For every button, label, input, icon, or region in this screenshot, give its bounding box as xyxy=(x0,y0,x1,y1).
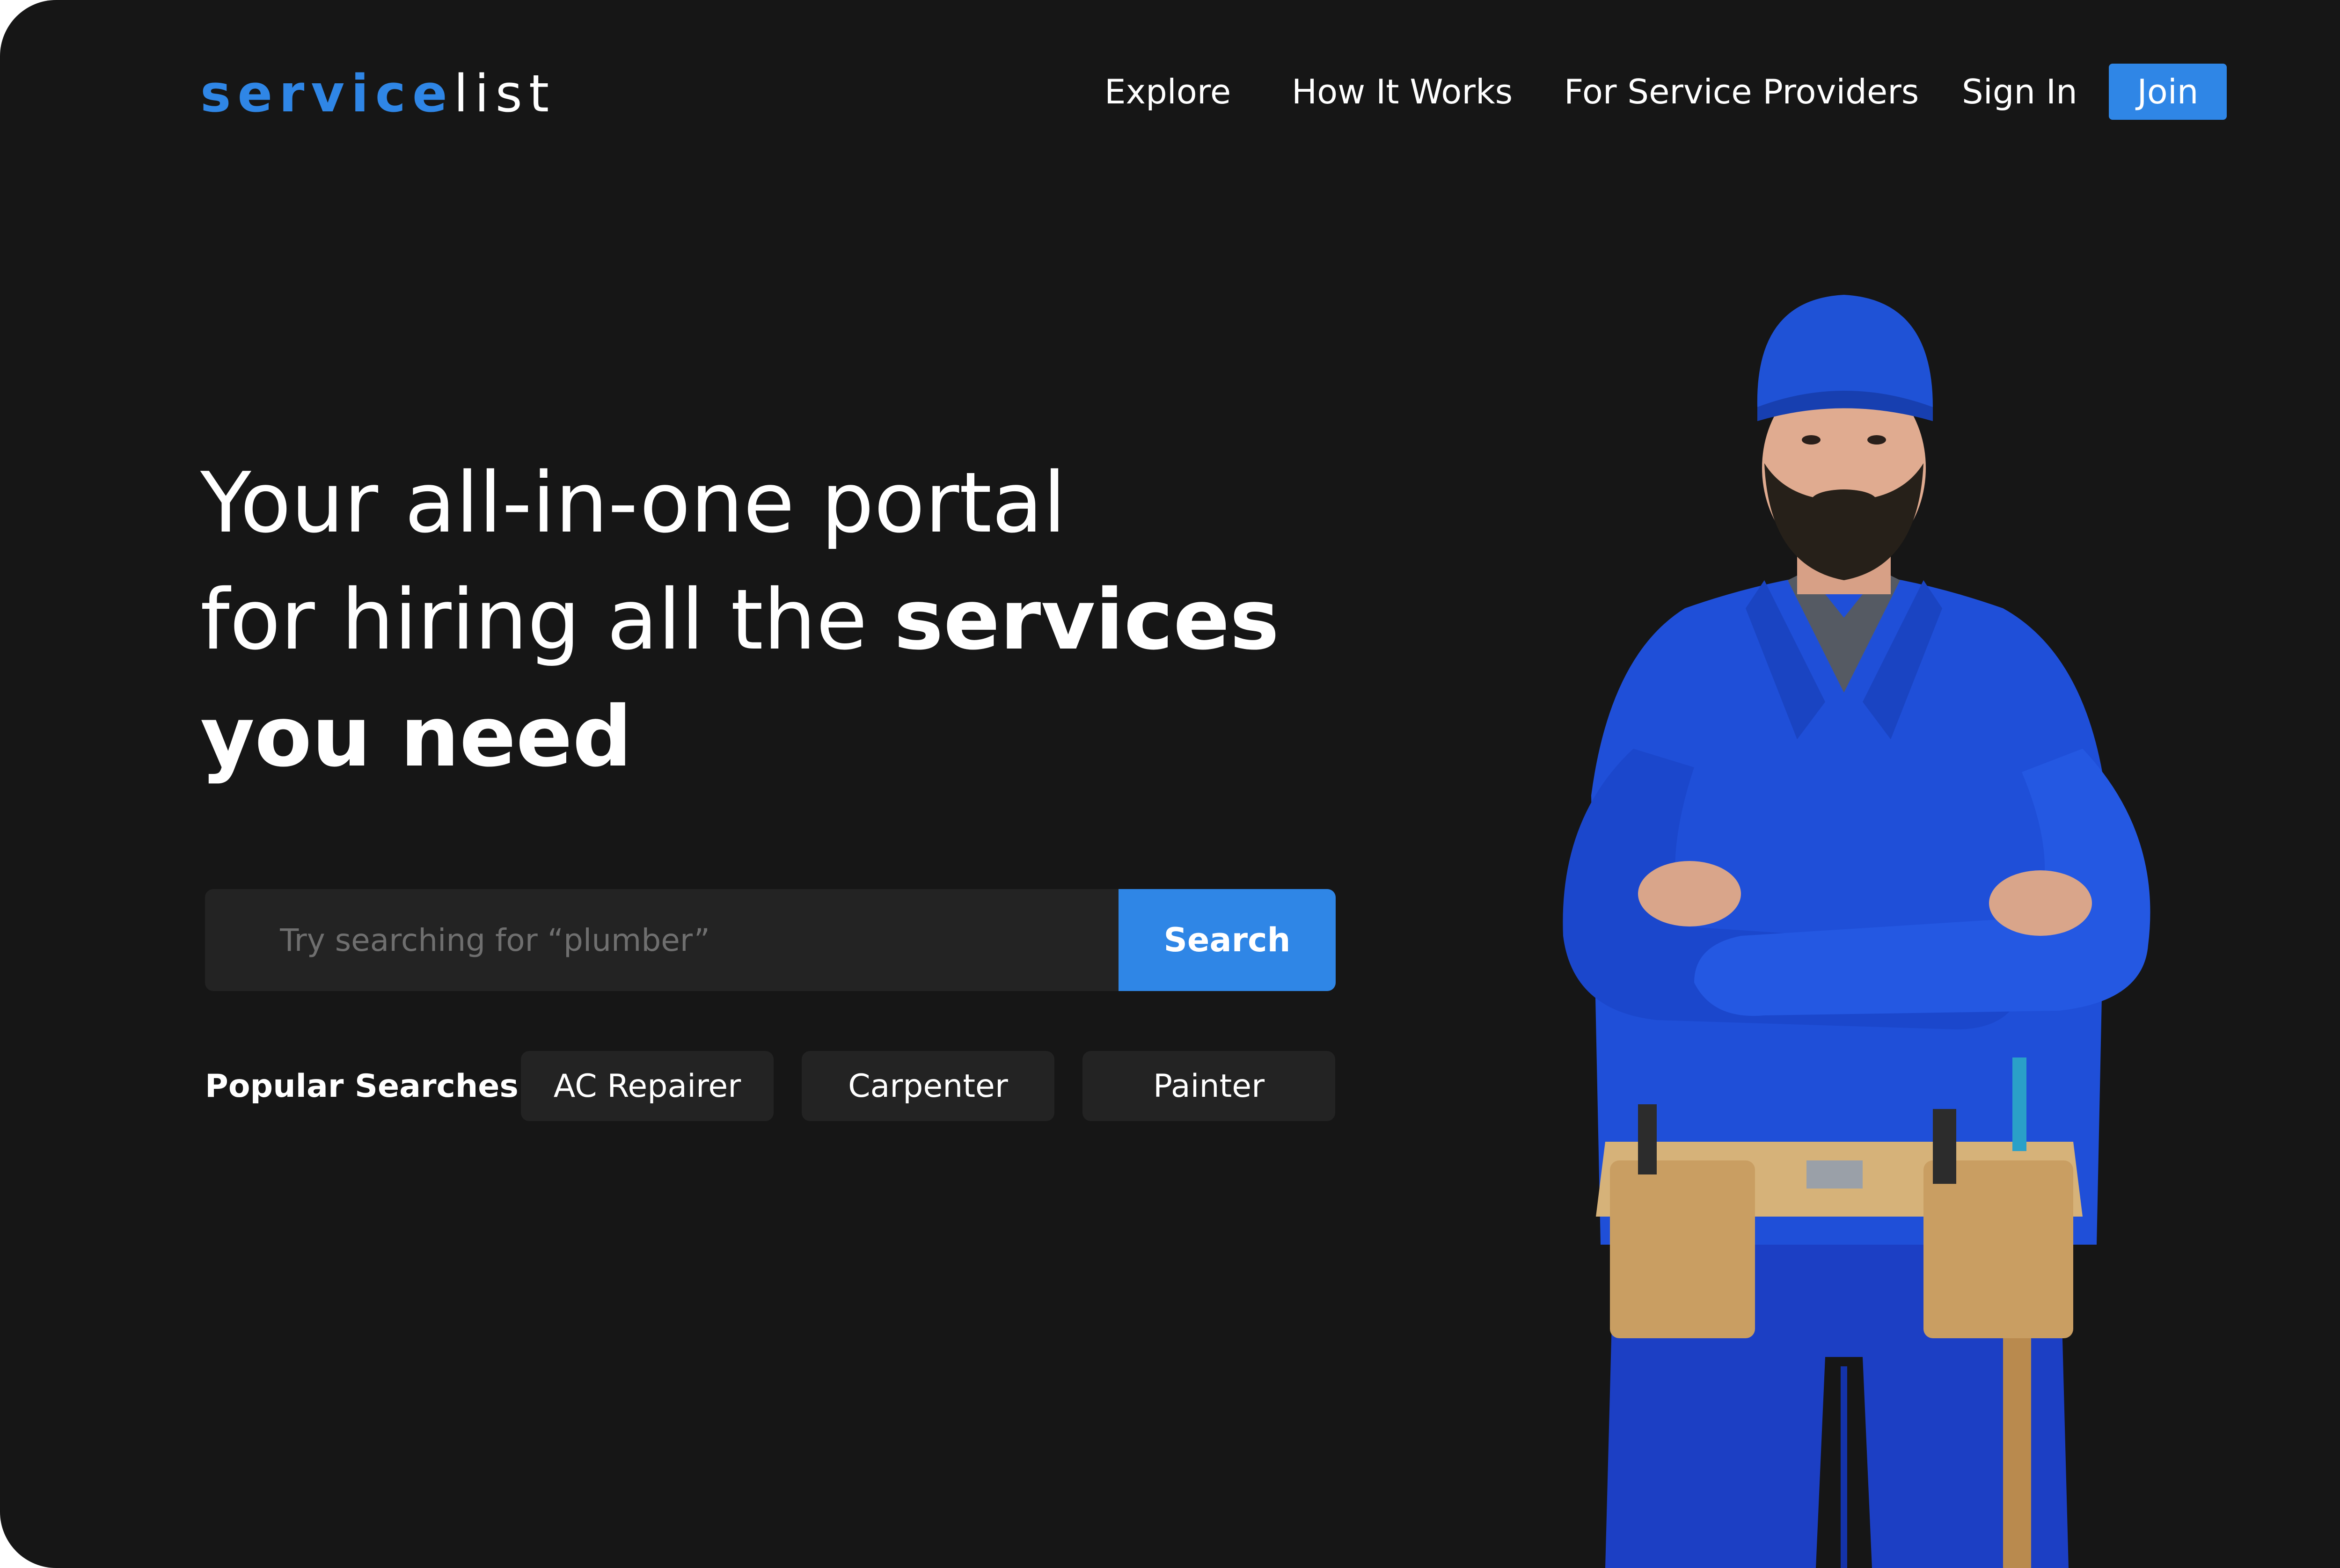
nav-link-how-it-works[interactable]: How It Works xyxy=(1292,64,1513,120)
popular-chip-ac-repairer[interactable]: AC Repairer xyxy=(521,1051,774,1121)
popular-chip-painter[interactable]: Painter xyxy=(1082,1051,1335,1121)
page-frame: servicelist Explore How It Works For Ser… xyxy=(0,0,2340,1568)
popular-chip-carpenter[interactable]: Carpenter xyxy=(802,1051,1054,1121)
nav-link-sign-in[interactable]: Sign In xyxy=(1962,64,2077,120)
nav-link-explore[interactable]: Explore xyxy=(1104,64,1231,120)
brand-logo-list: list xyxy=(453,64,556,124)
hero-line-2: for hiring all the services xyxy=(200,562,1324,678)
hero-worker-image xyxy=(1563,295,2150,1568)
join-button[interactable]: Join xyxy=(2109,64,2227,120)
brand-logo[interactable]: servicelist xyxy=(200,61,556,126)
popular-searches-label: Popular Searches: xyxy=(205,1067,532,1105)
nav-link-for-service-providers[interactable]: For Service Providers xyxy=(1564,64,1919,120)
brand-logo-service: service xyxy=(200,64,454,124)
hero-line-2-bold: services xyxy=(893,571,1280,668)
hero-line-2-regular: for hiring all the xyxy=(200,571,894,668)
hero-line-3: you need xyxy=(200,688,632,785)
hero-line-1: Your all-in-one portal xyxy=(200,454,1066,551)
search-button[interactable]: Search xyxy=(1119,889,1336,991)
search-bar: Search xyxy=(205,889,1336,991)
hero-heading: Your all-in-one portal for hiring all th… xyxy=(200,445,1324,795)
search-input[interactable] xyxy=(205,889,1119,991)
